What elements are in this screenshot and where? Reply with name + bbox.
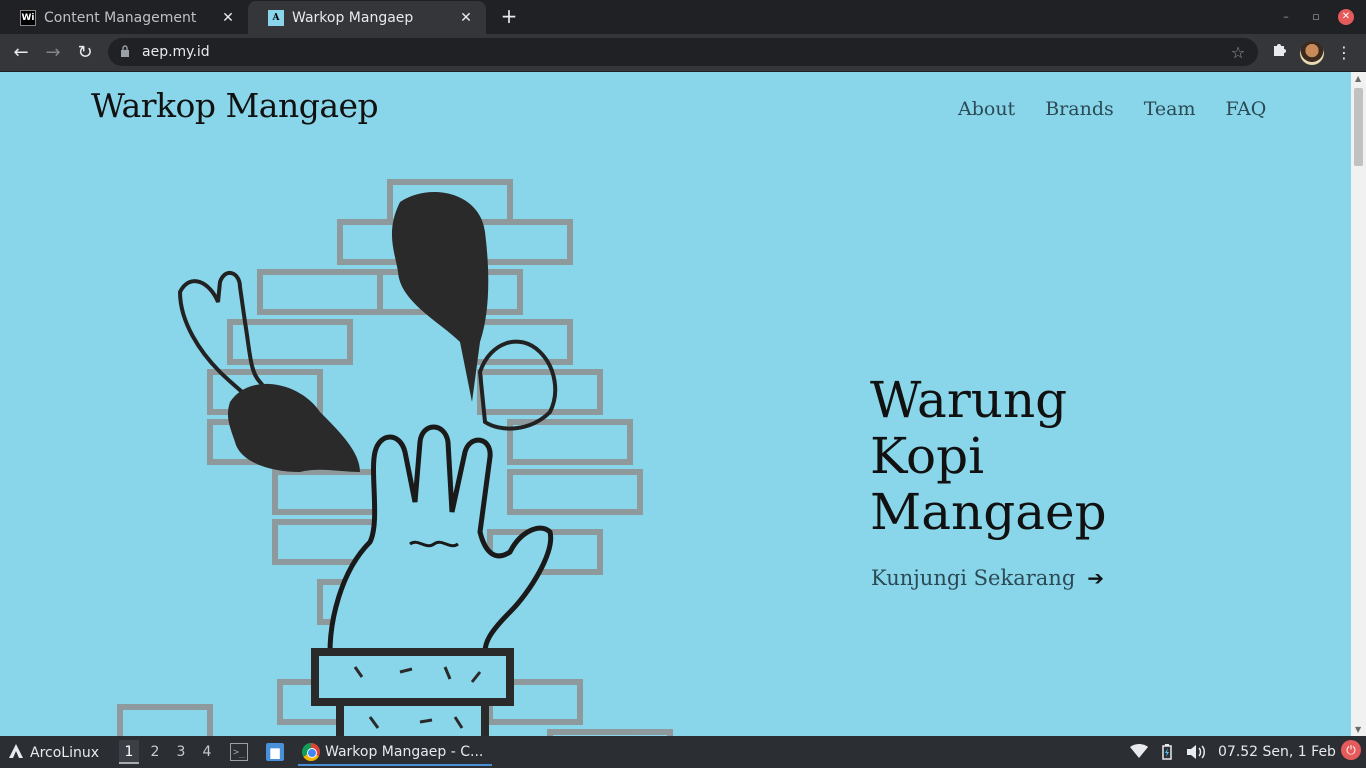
tab-strip: Wi Content Management ✕ A Warkop Mangaep… xyxy=(0,0,1366,34)
address-bar[interactable]: aep.my.id ☆ xyxy=(108,38,1258,66)
taskbar: ArcoLinux 1 2 3 4 >_ ▆ Warkop Mangaep - … xyxy=(0,736,1366,768)
terminal-icon[interactable]: >_ xyxy=(230,743,248,761)
visit-now-link[interactable]: Kunjungi Sekarang ➔ xyxy=(871,566,1104,590)
power-icon[interactable]: ⏻ xyxy=(1341,740,1361,760)
hero-title-line: Mangaep xyxy=(870,483,1107,541)
close-icon[interactable]: ✕ xyxy=(220,10,236,26)
site-nav: About Brands Team FAQ xyxy=(958,98,1266,120)
back-arrow-icon[interactable]: ← xyxy=(10,42,32,64)
tab-warkop-mangaep[interactable]: A Warkop Mangaep ✕ xyxy=(248,1,486,34)
minimize-icon[interactable]: – xyxy=(1278,9,1294,25)
site-logo[interactable]: Warkop Mangaep xyxy=(91,86,379,125)
scroll-thumb[interactable] xyxy=(1354,88,1363,166)
task-label: Warkop Mangaep - C... xyxy=(325,744,484,760)
taskbar-window-chrome[interactable]: Warkop Mangaep - C... xyxy=(298,740,492,766)
url-text[interactable]: aep.my.id xyxy=(142,44,1228,60)
volume-icon[interactable] xyxy=(1186,744,1206,764)
site-favicon-icon: A xyxy=(268,9,284,26)
maximize-icon[interactable]: ▫ xyxy=(1308,9,1324,25)
clock[interactable]: 07.52 Sen, 1 Feb xyxy=(1218,744,1336,760)
wifi-icon[interactable] xyxy=(1130,744,1148,762)
arcolinux-logo-icon xyxy=(8,743,24,763)
nav-link-team[interactable]: Team xyxy=(1144,98,1196,120)
window-close-icon[interactable]: ✕ xyxy=(1338,9,1354,25)
menu-dots-icon[interactable]: ⋮ xyxy=(1333,42,1355,64)
reload-icon[interactable]: ↻ xyxy=(74,42,96,64)
lock-icon[interactable] xyxy=(120,44,132,60)
battery-icon[interactable] xyxy=(1162,744,1172,764)
tab-content-management[interactable]: Wi Content Management ✕ xyxy=(0,1,248,34)
hero-illustration xyxy=(117,179,673,736)
hero-title-line: Kopi xyxy=(870,427,985,485)
nav-link-brands[interactable]: Brands xyxy=(1045,98,1114,120)
extensions-puzzle-icon[interactable] xyxy=(1268,42,1290,64)
workspace-4[interactable]: 4 xyxy=(197,740,217,764)
bookmark-star-icon[interactable]: ☆ xyxy=(1228,43,1248,62)
browser-toolbar: ← → ↻ aep.my.id ☆ ⋮ xyxy=(0,34,1366,72)
tab-title: Warkop Mangaep xyxy=(292,9,414,26)
profile-avatar[interactable] xyxy=(1300,41,1324,65)
workspace-1[interactable]: 1 xyxy=(119,740,139,764)
workspace-3[interactable]: 3 xyxy=(171,740,191,764)
start-label: ArcoLinux xyxy=(30,745,100,761)
scroll-down-icon[interactable]: ▼ xyxy=(1355,725,1361,734)
chrome-icon xyxy=(302,743,320,761)
start-menu-button[interactable]: ArcoLinux xyxy=(8,743,99,763)
new-tab-button[interactable]: + xyxy=(498,6,520,28)
hero-title: Warung Kopi Mangaep xyxy=(870,372,1170,540)
forward-arrow-icon[interactable]: → xyxy=(42,42,64,64)
arrow-right-icon: ➔ xyxy=(1087,566,1105,590)
workspace-2[interactable]: 2 xyxy=(145,740,165,764)
wi-favicon-icon: Wi xyxy=(20,9,36,26)
cta-label: Kunjungi Sekarang xyxy=(871,566,1076,590)
hero-title-line: Warung xyxy=(870,371,1068,429)
scroll-up-icon[interactable]: ▲ xyxy=(1355,74,1361,83)
nav-link-about[interactable]: About xyxy=(958,98,1015,120)
tab-title: Content Management xyxy=(44,9,197,26)
file-manager-icon[interactable]: ▆ xyxy=(266,743,284,761)
nav-link-faq[interactable]: FAQ xyxy=(1226,98,1267,120)
page-viewport: Warkop Mangaep About Brands Team FAQ War… xyxy=(0,72,1351,736)
close-icon[interactable]: ✕ xyxy=(458,10,474,26)
page-scrollbar[interactable]: ▲ ▼ xyxy=(1351,72,1366,736)
